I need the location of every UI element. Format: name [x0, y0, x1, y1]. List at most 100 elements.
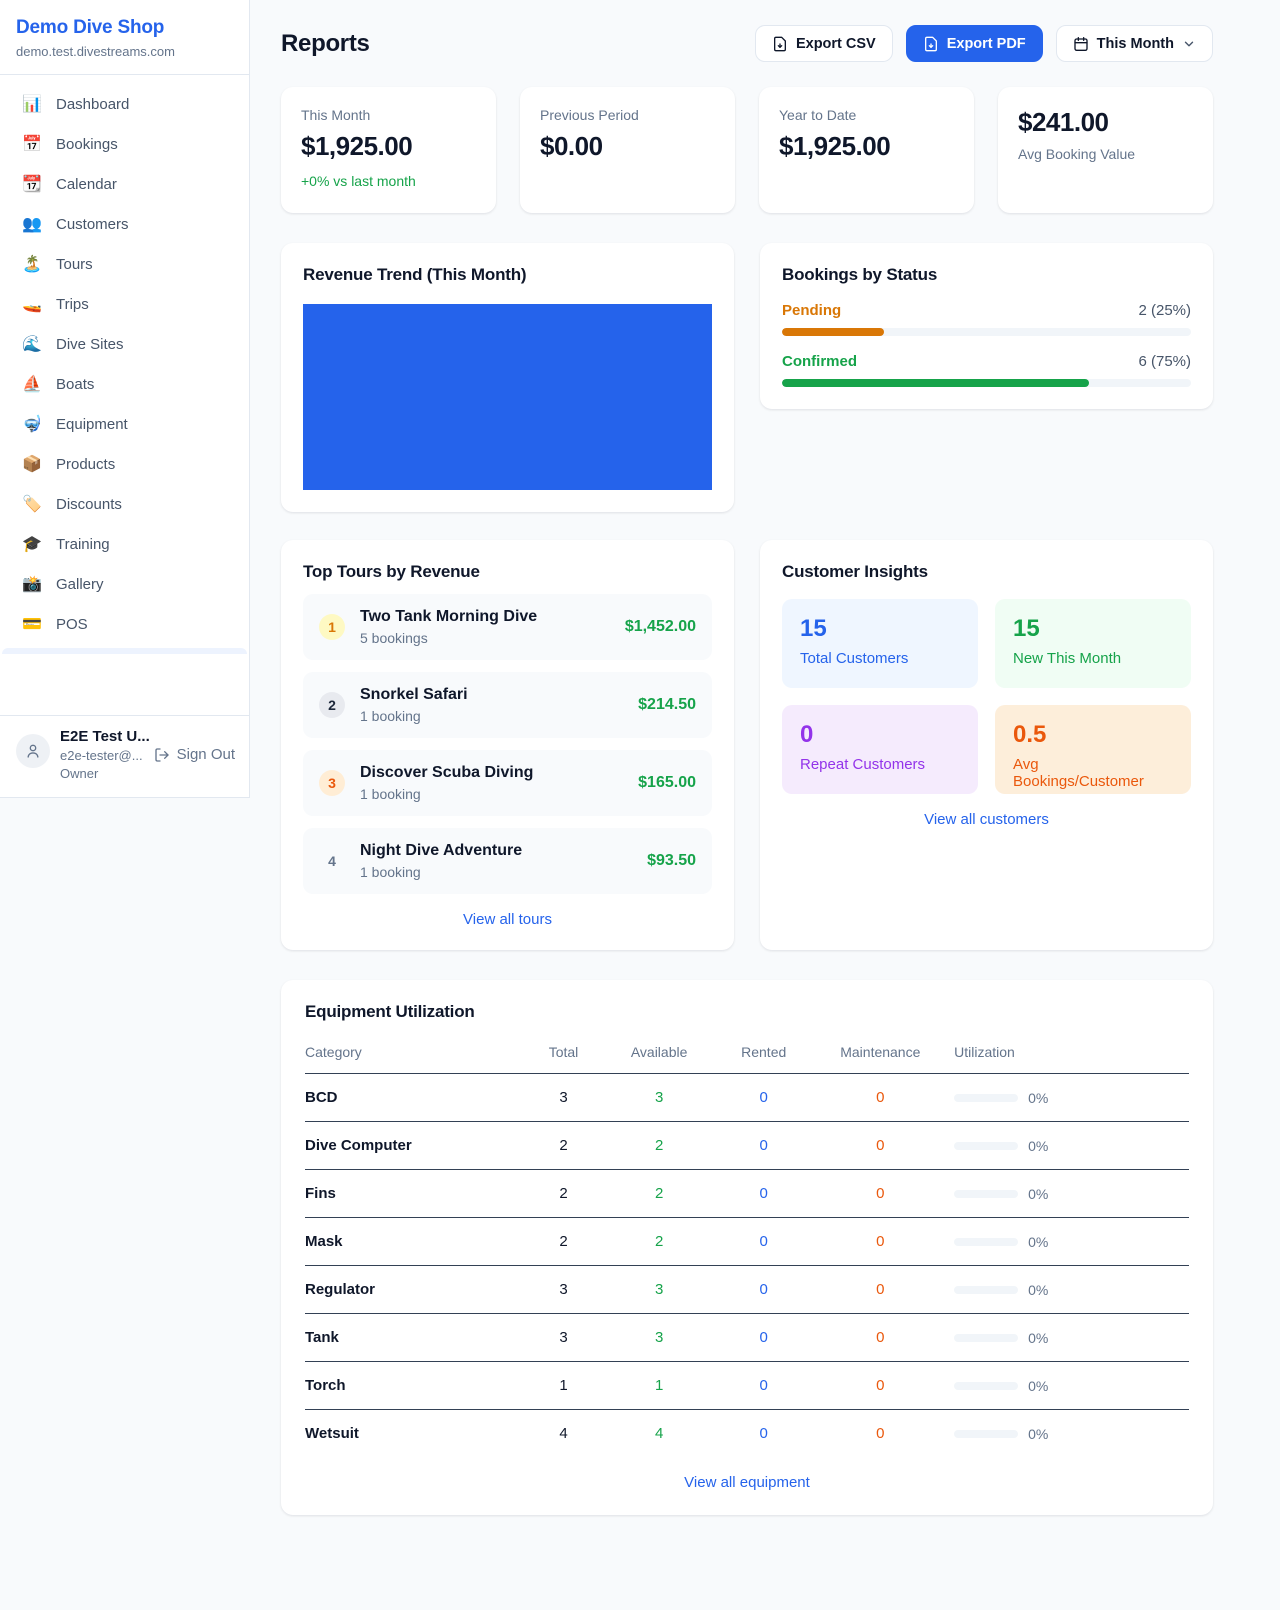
sidebar-item-pos[interactable]: 💳 POS	[10, 608, 239, 641]
sidebar: Demo Dive Shop demo.test.divestreams.com…	[0, 0, 250, 798]
sidebar-active-item-partial[interactable]	[2, 648, 247, 654]
sidebar-item-trips[interactable]: 🚤Trips	[10, 288, 239, 321]
equipment-rented: 0	[715, 1074, 813, 1122]
user-name: E2E Test U...	[60, 728, 144, 745]
sidebar-nav: 📊Dashboard 📅Bookings 📆Calendar 👥Customers 🏝️…	[0, 75, 249, 641]
equipment-row: Torch11000%	[305, 1362, 1189, 1410]
equipment-table-header: CategoryTotalAvailableRentedMaintenanceU…	[305, 1034, 1189, 1074]
tag-icon: 🏷️	[22, 497, 42, 513]
utilization-cell: 0%	[954, 1186, 1171, 1202]
equipment-available: 3	[603, 1074, 715, 1122]
sign-out-button[interactable]: Sign Out	[154, 746, 235, 763]
sidebar-item-dashboard[interactable]: 📊Dashboard	[10, 88, 239, 121]
status-bar-fill	[782, 379, 1089, 387]
main-content: Reports Export CSV Export PDF This Month…	[250, 0, 1280, 1555]
sidebar-user-footer: E2E Test U... e2e-tester@... Owner Sign …	[0, 715, 249, 797]
file-download-icon	[923, 36, 939, 52]
equipment-rented: 0	[715, 1362, 813, 1410]
sidebar-item-calendar[interactable]: 📆Calendar	[10, 168, 239, 201]
export-pdf-button[interactable]: Export PDF	[906, 25, 1043, 62]
tour-revenue: $214.50	[638, 696, 696, 714]
equipment-utilization: 0%	[948, 1266, 1177, 1314]
tour-revenue: $93.50	[647, 852, 696, 870]
rank-badge: 4	[319, 848, 345, 874]
tour-row: 3Discover Scuba Diving1 booking$165.00	[303, 750, 712, 816]
export-pdf-label: Export PDF	[947, 36, 1026, 52]
utilization-cell: 0%	[954, 1090, 1171, 1106]
status-bar-fill	[782, 328, 884, 336]
insight-tiles: 15Total Customers15New This Month0Repeat…	[782, 599, 1191, 794]
column-header-spacer	[1177, 1034, 1189, 1074]
customer-insights-card: Customer Insights 15Total Customers15New…	[760, 540, 1213, 950]
stat-value: $0.00	[540, 131, 715, 162]
utilization-bar-track	[954, 1382, 1018, 1390]
equipment-total: 2	[524, 1170, 604, 1218]
sidebar-item-products[interactable]: 📦Products	[10, 448, 239, 481]
insight-value: 0.5	[1013, 721, 1173, 749]
rank-badge: 2	[319, 692, 345, 718]
header-actions: Export CSV Export PDF This Month	[755, 25, 1213, 62]
equipment-rented: 0	[715, 1266, 813, 1314]
customer-insights-title: Customer Insights	[782, 562, 1191, 582]
sidebar-item-label: POS	[56, 616, 88, 633]
status-label: Pending	[782, 302, 841, 319]
sidebar-item-tours[interactable]: 🏝️Tours	[10, 248, 239, 281]
stats-row: This Month$1,925.00+0% vs last monthPrev…	[281, 87, 1213, 213]
tour-info: Two Tank Morning Dive5 bookings	[360, 608, 537, 646]
row-spacer	[1177, 1074, 1189, 1122]
row-spacer	[1177, 1362, 1189, 1410]
insight-tile-total-customers: 15Total Customers	[782, 599, 978, 688]
equipment-total: 1	[524, 1362, 604, 1410]
stat-label: Previous Period	[540, 107, 715, 123]
stat-card-year-to-date: Year to Date$1,925.00	[759, 87, 974, 213]
tour-name: Night Dive Adventure	[360, 842, 522, 860]
export-csv-button[interactable]: Export CSV	[755, 25, 893, 62]
stat-value: $1,925.00	[301, 131, 476, 162]
equipment-rented: 0	[715, 1410, 813, 1458]
utilization-bar-track	[954, 1190, 1018, 1198]
package-icon: 📦	[22, 457, 42, 473]
equipment-available: 2	[603, 1122, 715, 1170]
page-title: Reports	[281, 30, 370, 58]
revenue-trend-chart	[303, 304, 712, 490]
row-spacer	[1177, 1170, 1189, 1218]
utilization-cell: 0%	[954, 1330, 1171, 1346]
view-all-equipment-link[interactable]: View all equipment	[305, 1474, 1189, 1491]
utilization-bar-track	[954, 1430, 1018, 1438]
sidebar-item-customers[interactable]: 👥Customers	[10, 208, 239, 241]
sidebar-item-training[interactable]: 🎓Training	[10, 528, 239, 561]
chevron-down-icon	[1182, 37, 1196, 51]
equipment-maintenance: 0	[813, 1074, 949, 1122]
sidebar-item-boats[interactable]: ⛵Boats	[10, 368, 239, 401]
stat-card-previous-period: Previous Period $0.00	[520, 87, 735, 213]
equipment-maintenance: 0	[813, 1362, 949, 1410]
column-header-category: Category	[305, 1034, 524, 1074]
equipment-available: 2	[603, 1170, 715, 1218]
status-label: Confirmed	[782, 353, 857, 370]
sidebar-item-label: Gallery	[56, 576, 104, 593]
utilization-percent: 0%	[1028, 1186, 1048, 1202]
equipment-category: Fins	[305, 1170, 524, 1218]
sidebar-item-gallery[interactable]: 📸Gallery	[10, 568, 239, 601]
equipment-maintenance: 0	[813, 1170, 949, 1218]
period-dropdown[interactable]: This Month	[1056, 25, 1213, 62]
sidebar-item-discounts[interactable]: 🏷️Discounts	[10, 488, 239, 521]
stat-label: This Month	[301, 107, 476, 123]
tour-info: Discover Scuba Diving1 booking	[360, 764, 533, 802]
view-all-customers-link[interactable]: View all customers	[782, 811, 1191, 828]
top-tours-title: Top Tours by Revenue	[303, 562, 712, 582]
insight-label: Total Customers	[800, 650, 960, 667]
credit-card-icon: 💳	[22, 617, 42, 633]
equipment-category: Tank	[305, 1314, 524, 1362]
utilization-percent: 0%	[1028, 1090, 1048, 1106]
sidebar-item-dive-sites[interactable]: 🌊Dive Sites	[10, 328, 239, 361]
bookings-by-status-card: Bookings by Status Pending2 (25%)Confirm…	[760, 243, 1213, 409]
tour-bookings: 1 booking	[360, 864, 522, 880]
graduation-cap-icon: 🎓	[22, 537, 42, 553]
user-role: Owner	[60, 766, 144, 781]
view-all-tours-link[interactable]: View all tours	[303, 911, 712, 928]
utilization-bar-track	[954, 1334, 1018, 1342]
sidebar-item-equipment[interactable]: 🤿Equipment	[10, 408, 239, 441]
export-csv-label: Export CSV	[796, 36, 876, 52]
sidebar-item-bookings[interactable]: 📅Bookings	[10, 128, 239, 161]
